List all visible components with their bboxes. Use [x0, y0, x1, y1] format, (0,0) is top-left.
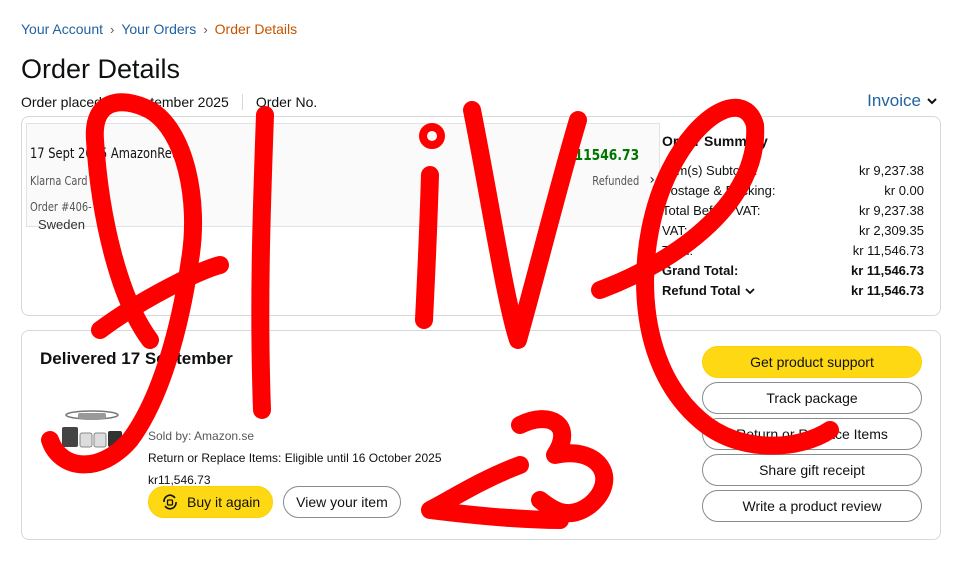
order-summary-card: 17 Sept 2025 AmazonRetail Klarna Card Or… — [21, 116, 941, 316]
product-info: Sold by: Amazon.se Return or Replace Ite… — [148, 425, 442, 491]
breadcrumb-your-account[interactable]: Your Account — [21, 21, 103, 37]
receipt-status: Refunded — [592, 174, 639, 188]
order-placed-date: Order placed 15 September 2025 — [21, 94, 229, 110]
page-title: Order Details — [21, 54, 181, 84]
summary-heading: Order Summary — [662, 133, 768, 149]
breadcrumb-separator-icon: › — [110, 21, 115, 37]
buy-it-again-label: Buy it again — [187, 494, 261, 510]
summary-value: kr 11,546.73 — [850, 283, 924, 298]
invoice-dropdown[interactable]: Invoice — [867, 91, 939, 111]
product-image[interactable] — [60, 403, 124, 455]
summary-label: Item(s) Subtotal: — [662, 163, 758, 178]
invoice-label: Invoice — [867, 91, 921, 110]
summary-row-before-vat: Total Before VAT: kr 9,237.38 — [662, 201, 924, 221]
chevron-down-icon — [927, 98, 937, 105]
order-summary: Order Summary Item(s) Subtotal: kr 9,237… — [662, 133, 924, 301]
buy-again-icon — [163, 494, 177, 510]
sold-by: Sold by: Amazon.se — [148, 429, 255, 443]
write-review-button[interactable]: Write a product review — [702, 490, 922, 522]
shipping-country: Sweden — [38, 217, 85, 232]
summary-value: kr 9,237.38 — [858, 203, 924, 218]
view-your-item-button[interactable]: View your item — [283, 486, 401, 518]
shipment-actions: Get product support Track package Return… — [702, 346, 922, 522]
breadcrumb-current: Order Details — [214, 21, 298, 37]
summary-label: Refund Total — [662, 283, 741, 298]
summary-row-grand-total: Grand Total: kr 11,546.73 — [662, 261, 924, 281]
product-buttons: Buy it again View your item — [148, 486, 401, 518]
summary-label: Grand Total: — [662, 263, 739, 278]
summary-value: kr 9,237.38 — [858, 163, 924, 178]
summary-row-vat: VAT: kr 2,309.35 — [662, 221, 924, 241]
meta-divider — [241, 94, 243, 110]
return-or-replace-button[interactable]: Return or Replace Items — [702, 418, 922, 450]
receipt-payment-method: Klarna Card — [30, 174, 88, 188]
order-number-label: Order No. — [255, 94, 318, 110]
summary-label: Total: — [662, 243, 694, 258]
summary-value: kr 0.00 — [884, 183, 924, 198]
return-eligibility: Return or Replace Items: Eligible until … — [148, 451, 442, 465]
receipt-amount: kr11546.73 — [560, 146, 639, 164]
track-package-button[interactable]: Track package — [702, 382, 922, 414]
breadcrumb-separator-icon: › — [203, 21, 208, 37]
summary-row-subtotal: Item(s) Subtotal: kr 9,237.38 — [662, 161, 924, 181]
summary-value: kr 11,546.73 — [850, 263, 924, 278]
delivery-status: Delivered 17 September — [40, 349, 233, 368]
receipt-title: 17 Sept 2025 AmazonRetail — [30, 146, 190, 162]
share-gift-receipt-button[interactable]: Share gift receipt — [702, 454, 922, 486]
summary-label: Postage & Packing: — [662, 183, 776, 198]
shipment-card: Delivered 17 September Sold by: Amazon.s… — [21, 330, 941, 540]
breadcrumb: Your Account › Your Orders › Order Detai… — [21, 21, 297, 37]
order-meta: Order placed 15 September 2025 Order No. — [21, 94, 317, 110]
payment-receipt-snippet: 17 Sept 2025 AmazonRetail Klarna Card Or… — [26, 123, 660, 227]
summary-value: kr 2,309.35 — [858, 223, 924, 238]
buy-it-again-button[interactable]: Buy it again — [148, 486, 274, 518]
view-your-item-label: View your item — [296, 494, 388, 510]
chevron-right-icon[interactable]: › — [649, 172, 655, 188]
summary-row-postage: Postage & Packing: kr 0.00 — [662, 181, 924, 201]
summary-label: VAT: — [662, 223, 688, 238]
summary-value: kr 11,546.73 — [852, 243, 924, 258]
summary-label: Total Before VAT: — [662, 203, 761, 218]
summary-row-total: Total: kr 11,546.73 — [662, 241, 924, 261]
receipt-order-number: Order #406- — [30, 200, 92, 214]
breadcrumb-your-orders[interactable]: Your Orders — [121, 21, 196, 37]
get-product-support-button[interactable]: Get product support — [702, 346, 922, 378]
summary-row-refund-total[interactable]: Refund Total kr 11,546.73 — [662, 281, 924, 301]
refund-total-toggle[interactable]: Refund Total — [662, 281, 756, 301]
chevron-down-icon — [745, 288, 756, 295]
